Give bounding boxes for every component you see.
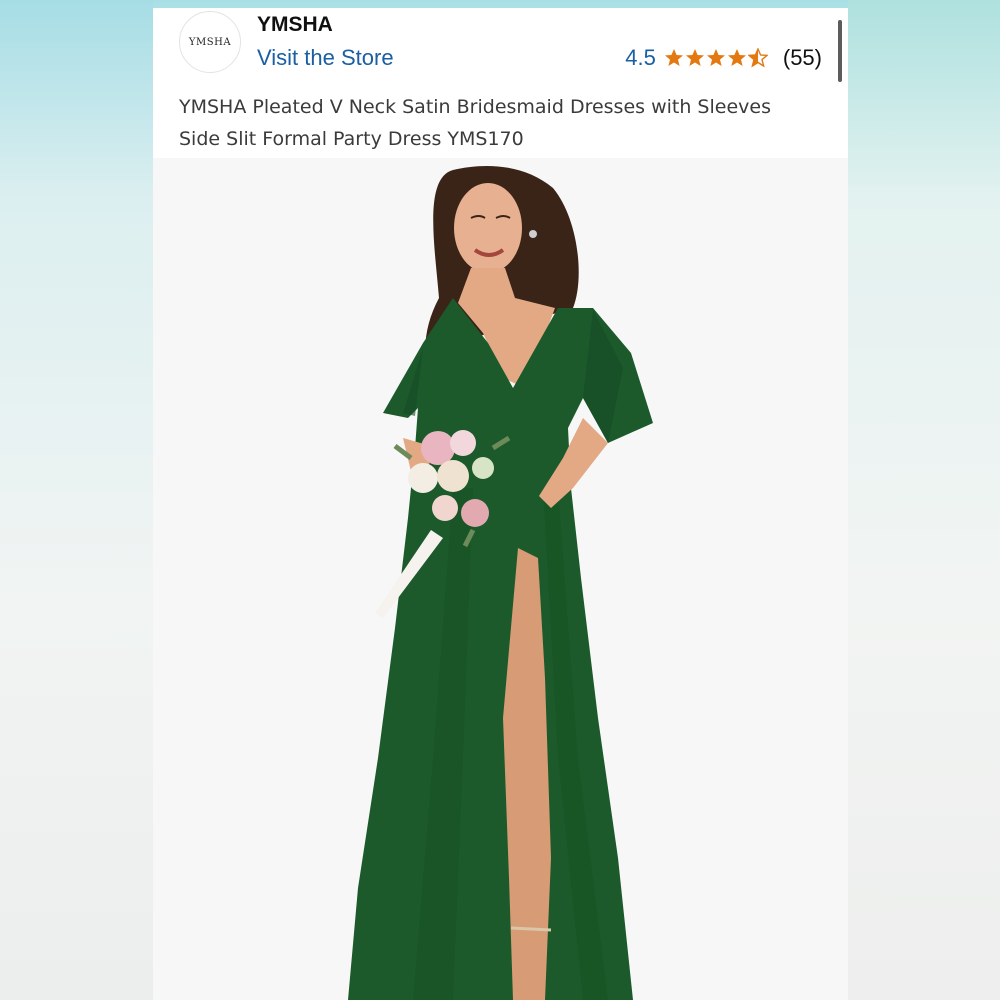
star-full-icon: [664, 49, 683, 66]
scrollbar[interactable]: [838, 20, 842, 82]
background-right: [848, 0, 1000, 1000]
star-full-icon: [685, 49, 704, 66]
star-full-icon: [727, 49, 746, 66]
product-card: YMSHA YMSHA Visit the Store 4.5 (55) YMS…: [153, 8, 848, 1000]
brand-name[interactable]: YMSHA: [257, 13, 333, 37]
brand-logo-text: YMSHA: [188, 36, 232, 48]
review-count[interactable]: (55): [783, 45, 822, 71]
star-full-icon: [706, 49, 725, 66]
brand-logo[interactable]: YMSHA: [179, 11, 241, 73]
product-image[interactable]: [153, 158, 848, 1000]
model-green-dress-illustration: [153, 158, 848, 1000]
rating-summary[interactable]: 4.5 (55): [625, 45, 822, 71]
rating-value: 4.5: [625, 45, 656, 70]
background-left: [0, 0, 153, 1000]
star-rating: [664, 48, 769, 68]
star-half-icon: [747, 48, 768, 68]
product-header: YMSHA YMSHA Visit the Store 4.5 (55) YMS…: [153, 8, 848, 158]
product-title: YMSHA Pleated V Neck Satin Bridesmaid Dr…: [179, 96, 771, 150]
visit-store-link[interactable]: Visit the Store: [257, 45, 394, 71]
